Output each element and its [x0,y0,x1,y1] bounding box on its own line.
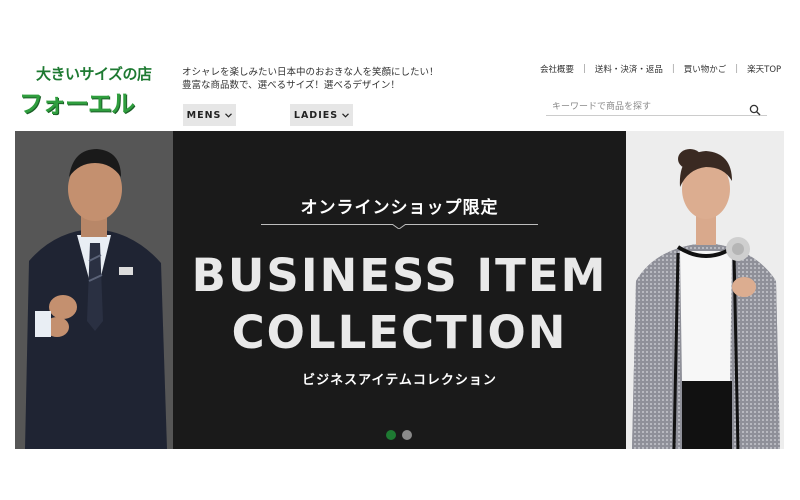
site-logo[interactable]: 大きいサイズの店 フォーエル [16,62,162,118]
hero-subtitle: ビジネスアイテムコレクション [302,373,497,388]
search-bar [546,98,767,116]
page-below-hero [0,449,800,500]
nav-mens-button[interactable]: MENS [183,104,236,126]
hero-headline-1: BUSINESS ITEM [191,249,608,302]
carousel-dot-2[interactable] [402,430,412,440]
search-icon[interactable] [749,101,761,116]
utility-links: 会社概要 | 送料・決済・返品 | 買い物かご | 楽天TOP [540,63,790,75]
link-rakuten-top[interactable]: 楽天TOP [738,63,790,75]
site-header: 大きいサイズの店 フォーエル オシャレを楽しみたい日本中のおおきな人を笑顔にした… [0,0,800,131]
hero-kicker: オンラインショップ限定 [300,198,499,218]
chevron-down-icon [342,111,350,120]
kicker-notch-icon [392,220,406,229]
mens-model-image [15,131,173,449]
tagline-line-1: オシャレを楽しみたい日本中のおおきな人を笑顔にしたい！ [182,67,439,78]
hero-banner[interactable]: オンラインショップ限定 BUSINESS ITEM COLLECTION ビジネ… [15,131,784,449]
search-input[interactable] [552,98,737,115]
hero-headline-2: COLLECTION [231,306,568,359]
link-shipping-payment-returns[interactable]: 送料・決済・返品 [586,63,672,75]
tagline-line-2: 豊富な商品数で、選べるサイズ！選べるデザイン！ [182,80,400,91]
carousel-dot-1[interactable] [386,430,396,440]
link-company[interactable]: 会社概要 [540,63,583,75]
chevron-down-icon [225,111,233,120]
site-tagline: オシャレを楽しみたい日本中のおおきな人を笑顔にしたい！ 豊富な商品数で、選べるサ… [182,66,439,92]
hero-center-panel: オンラインショップ限定 BUSINESS ITEM COLLECTION ビジネ… [173,131,626,449]
nav-mens-label: MENS [186,109,222,121]
carousel-dots [386,430,412,440]
ladies-model-image [626,131,784,449]
link-cart[interactable]: 買い物かご [675,63,736,75]
nav-ladies-button[interactable]: LADIES [290,104,353,126]
nav-ladies-label: LADIES [293,109,339,121]
logo-line-1: 大きいサイズの店 [36,65,152,83]
logo-line-2: フォーエル [19,90,135,118]
